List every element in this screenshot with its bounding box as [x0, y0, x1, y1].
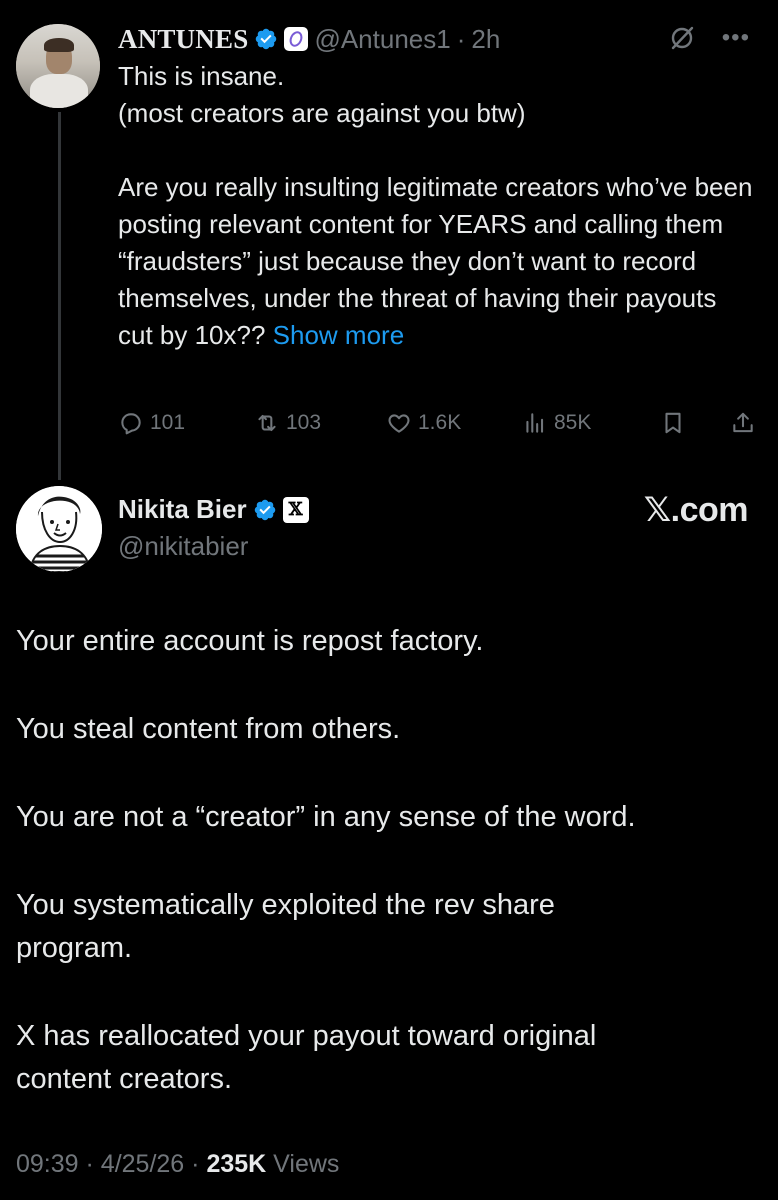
- like-count: 1.6K: [418, 411, 462, 434]
- x-affiliate-badge-icon: 𝕏: [282, 496, 309, 523]
- repost-count: 103: [286, 411, 322, 434]
- like-button[interactable]: 1.6K: [386, 410, 461, 436]
- tweet-metadata: 09:39 · 4/25/26 · 235K Views: [16, 1150, 339, 1179]
- separator-dot: ·: [456, 23, 466, 54]
- repost-icon: [258, 414, 276, 432]
- x-com-watermark: 𝕏.com: [643, 491, 749, 529]
- tweet-paragraph: Your entire account is repost factory.: [16, 625, 484, 657]
- tweet-time[interactable]: 2h: [471, 24, 500, 55]
- tweet-paragraph: You systematically exploited the rev sha…: [16, 889, 555, 964]
- grok-icon[interactable]: [668, 24, 696, 52]
- reply-icon: [121, 413, 141, 435]
- tweet-paragraph-2: Are you really insulting legitimate crea…: [118, 169, 758, 354]
- tweet-paragraph: You steal content from others.: [16, 713, 401, 745]
- tweet-paragraph: X has reallocated your payout toward ori…: [16, 1020, 597, 1095]
- share-icon: [733, 412, 753, 433]
- nikita-avatar[interactable]: [16, 486, 102, 572]
- views-chart-icon: [526, 413, 544, 433]
- views-label: Views: [273, 1150, 340, 1178]
- tweet-text: This is insane. (most creators are again…: [118, 58, 758, 354]
- reply-button[interactable]: 101: [118, 410, 185, 436]
- antunes-avatar[interactable]: [16, 24, 100, 108]
- main-tweet-header: Nikita Bier 𝕏: [118, 494, 309, 525]
- share-button[interactable]: [730, 410, 756, 436]
- tweet-top-icons: •••: [668, 24, 750, 52]
- avatar-figure-hair: [44, 38, 74, 52]
- author-handle[interactable]: @nikitabier: [118, 531, 248, 562]
- total-views-count[interactable]: 235K: [206, 1150, 266, 1178]
- tweet-paragraph-2-text: Are you really insulting legitimate crea…: [118, 172, 753, 350]
- thread-connector-line: [58, 112, 61, 480]
- separator-dot: ·: [191, 1150, 200, 1178]
- author-handle[interactable]: @Antunes1: [314, 24, 450, 55]
- verified-badge-icon: [256, 28, 277, 50]
- heart-icon: [388, 414, 410, 433]
- tweet-action-bar: 101 103 1.6K 85K: [118, 405, 758, 441]
- tweet-line-1: This is insane.: [118, 61, 285, 91]
- reply-count: 101: [150, 411, 186, 434]
- tweet-date[interactable]: 4/25/26: [101, 1150, 184, 1178]
- avatar-figure-body: [30, 74, 88, 108]
- verified-badge-icon: [254, 499, 275, 520]
- repost-button[interactable]: 103: [254, 410, 321, 436]
- tweet-time[interactable]: 09:39: [16, 1150, 79, 1178]
- tweet-paragraph: You are not a “creator” in any sense of …: [16, 801, 636, 833]
- bookmark-icon: [665, 412, 681, 434]
- affiliate-badge-icon: [284, 27, 309, 51]
- show-more-link[interactable]: Show more: [273, 320, 405, 350]
- author-name[interactable]: ANTUNES: [118, 24, 248, 55]
- views-count: 85K: [554, 411, 592, 434]
- sketch-portrait-icon: [16, 486, 102, 572]
- bookmark-button[interactable]: [660, 410, 686, 436]
- separator-dot: ·: [85, 1150, 94, 1178]
- tweet-line-2: (most creators are against you btw): [118, 98, 526, 128]
- more-options-icon[interactable]: •••: [722, 26, 750, 50]
- main-tweet-text: Your entire account is repost factory. Y…: [16, 620, 756, 1146]
- views-button[interactable]: 85K: [522, 410, 591, 436]
- tweet-header: ANTUNES @Antunes1 · 2h: [118, 22, 500, 56]
- author-name[interactable]: Nikita Bier: [118, 494, 247, 525]
